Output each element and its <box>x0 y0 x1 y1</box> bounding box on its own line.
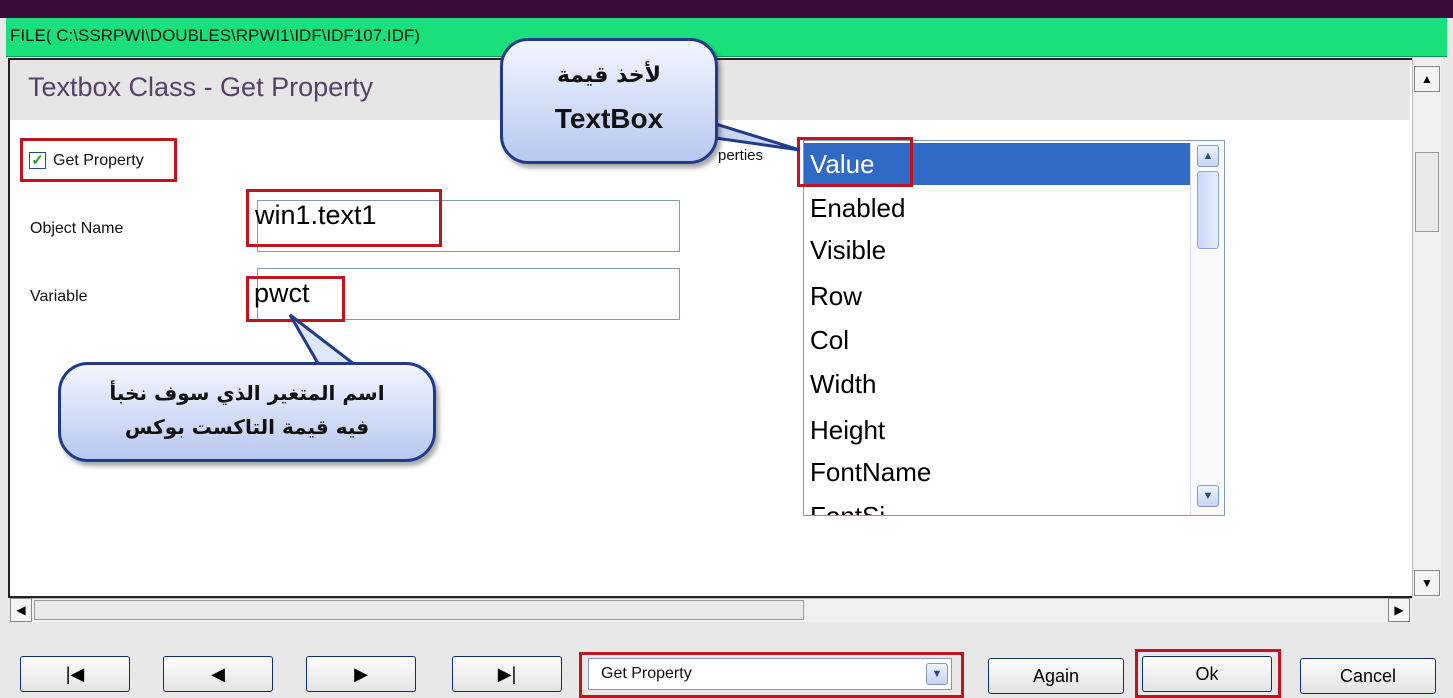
object-name-value: win1.text1 <box>255 200 377 230</box>
triangle-up-icon: ▲ <box>1421 72 1433 86</box>
scroll-corner <box>1412 598 1441 622</box>
properties-list-scrollbar[interactable]: ▲ ▼ <box>1190 141 1224 515</box>
next-record-icon: ▶ <box>354 663 368 684</box>
variable-name-callout: اسم المتغير الذي سوف نخبأ فيه قيمة التاك… <box>58 362 436 462</box>
textbox-value-callout: لأخذ قيمة TextBox <box>500 38 718 164</box>
mode-select[interactable]: Get Property ▼ <box>588 658 952 690</box>
previous-record-button[interactable]: ◀ <box>163 656 273 692</box>
get-property-checkbox[interactable]: ✓ <box>29 152 46 169</box>
first-record-icon: |◀ <box>65 663 85 684</box>
get-property-label: Get Property <box>53 152 144 169</box>
object-name-label: Object Name <box>30 220 124 237</box>
first-record-button[interactable]: |◀ <box>20 656 130 692</box>
property-item-width[interactable]: Width <box>804 363 1190 405</box>
list-scroll-down-button[interactable]: ▼ <box>1197 485 1219 507</box>
ok-button-label: Ok <box>1195 663 1219 684</box>
horizontal-scroll-thumb[interactable] <box>34 600 804 620</box>
vertical-scroll-thumb[interactable] <box>1415 152 1439 232</box>
list-scroll-up-button[interactable]: ▲ <box>1197 145 1219 167</box>
ok-button[interactable]: Ok <box>1142 656 1272 692</box>
properties-listbox[interactable]: Value Enabled Visible Row Col Width Heig… <box>803 140 1225 516</box>
previous-record-icon: ◀ <box>211 663 225 684</box>
last-record-icon: ▶| <box>497 663 517 684</box>
again-button[interactable]: Again <box>988 658 1124 694</box>
property-item-row[interactable]: Row <box>804 275 1190 317</box>
property-item-enabled[interactable]: Enabled <box>804 187 1190 229</box>
scroll-right-button[interactable]: ▶ <box>1388 598 1410 622</box>
chevron-up-icon: ▲ <box>1202 150 1214 162</box>
next-record-button[interactable]: ▶ <box>306 656 416 692</box>
mode-select-value: Get Property <box>601 665 692 682</box>
triangle-right-icon: ▶ <box>1394 603 1404 617</box>
again-button-label: Again <box>1032 665 1080 686</box>
list-scroll-thumb[interactable] <box>1197 171 1219 249</box>
scroll-up-button[interactable]: ▲ <box>1414 66 1440 92</box>
checkmark-icon: ✓ <box>31 152 44 169</box>
property-item-col[interactable]: Col <box>804 319 1190 361</box>
property-item-fontname[interactable]: FontName <box>804 451 1190 493</box>
file-path-text: FILE( C:\SSRPWI\DOUBLES\RPWI1\IDF\IDF107… <box>10 26 420 45</box>
triangle-left-icon: ◀ <box>16 603 26 617</box>
cancel-button-label: Cancel <box>1339 665 1397 686</box>
chevron-down-icon: ▼ <box>1202 490 1214 502</box>
top-bubble-line1: لأخذ قيمة <box>556 63 662 88</box>
mode-select-dropdown-button[interactable]: ▼ <box>926 663 948 685</box>
form-title: Textbox Class - Get Property <box>28 72 374 102</box>
variable-label: Variable <box>30 288 88 305</box>
window-top-bar <box>0 0 1453 18</box>
property-item-fontsize[interactable]: FontSi <box>804 495 1190 515</box>
horizontal-scrollbar[interactable]: ◀ ▶ <box>10 598 1412 622</box>
bottom-bubble-line1: اسم المتغير الذي سوف نخبأ <box>109 381 385 405</box>
chevron-down-icon: ▼ <box>931 668 943 680</box>
property-item-height[interactable]: Height <box>804 409 1190 451</box>
triangle-down-icon: ▼ <box>1421 576 1433 590</box>
bottom-bubble-line2: فيه قيمة التاكست بوكس <box>124 415 370 439</box>
variable-value: pwct <box>254 278 310 308</box>
file-path-bar: FILE( C:\SSRPWI\DOUBLES\RPWI1\IDF\IDF107… <box>6 18 1447 57</box>
cancel-button[interactable]: Cancel <box>1300 658 1436 694</box>
value-item-highlight <box>797 137 913 187</box>
last-record-button[interactable]: ▶| <box>452 656 562 692</box>
scroll-left-button[interactable]: ◀ <box>10 598 32 622</box>
scroll-down-button[interactable]: ▼ <box>1414 570 1440 596</box>
vertical-scrollbar[interactable]: ▲ ▼ <box>1412 58 1441 598</box>
property-item-visible[interactable]: Visible <box>804 229 1190 271</box>
top-bubble-line2: TextBox <box>554 103 664 134</box>
